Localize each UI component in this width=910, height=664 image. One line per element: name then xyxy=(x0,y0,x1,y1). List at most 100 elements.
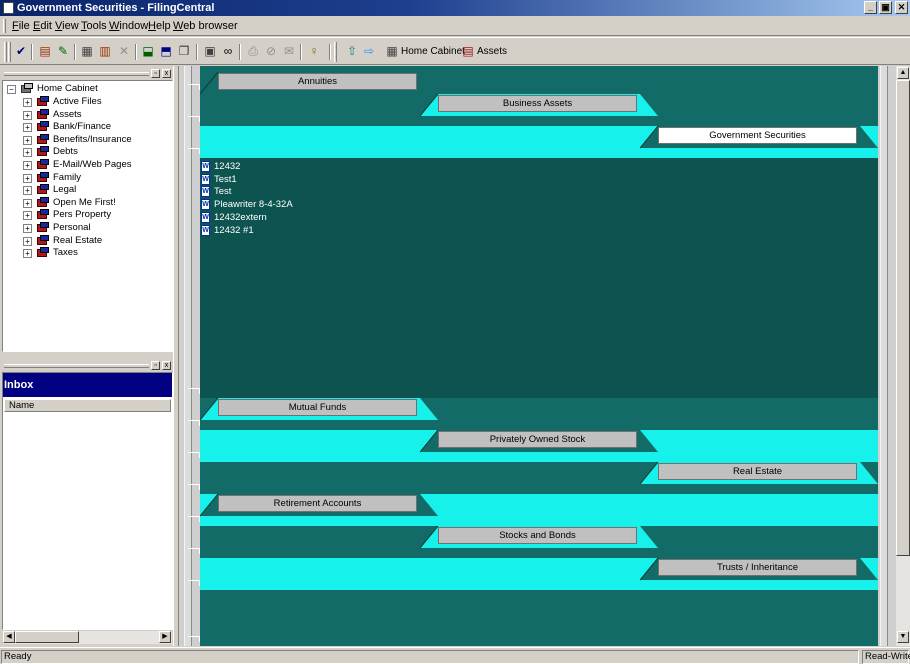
file-item[interactable]: W Pleawriter 8-4-32A xyxy=(200,199,400,211)
collapse-icon[interactable]: − xyxy=(7,85,16,94)
tree-item-pers-property[interactable]: + Pers Property xyxy=(3,209,172,221)
drawer-label[interactable]: Privately Owned Stock xyxy=(438,431,637,448)
checkmark-icon[interactable]: ✔ xyxy=(13,43,29,59)
expand-icon[interactable]: + xyxy=(23,224,32,233)
drawer-label[interactable]: Government Securities xyxy=(658,127,857,144)
expand-icon[interactable]: + xyxy=(23,135,32,145)
inbox-name-column-header[interactable]: Name xyxy=(4,399,171,412)
drawer-label[interactable]: Annuities xyxy=(218,73,417,90)
drawer-tab[interactable]: Business Assets xyxy=(420,92,658,117)
open-file-icon[interactable]: ▤ xyxy=(37,43,53,59)
drawer-tab[interactable]: Government Securities xyxy=(640,124,878,149)
expand-icon[interactable]: + xyxy=(23,98,32,107)
menu-web-browser[interactable]: Web browser xyxy=(173,20,238,32)
pane-restore-button[interactable]: ▫ xyxy=(151,361,160,370)
drawer-government-securities[interactable]: Government Securities xyxy=(188,124,878,158)
drawer-tab[interactable]: Mutual Funds xyxy=(200,396,438,421)
tree-item-personal[interactable]: + Personal xyxy=(3,222,172,234)
pane-splitter[interactable] xyxy=(173,66,179,646)
delete-x-icon[interactable]: ✕ xyxy=(116,43,132,59)
drawer-tab[interactable]: Annuities xyxy=(200,70,438,95)
tree-item-taxes[interactable]: + Taxes xyxy=(3,247,172,259)
horizontal-scrollbar[interactable]: ◀ ▶ xyxy=(3,631,172,644)
properties-icon[interactable]: ▣ xyxy=(202,43,218,59)
menu-help[interactable]: Help xyxy=(148,20,171,32)
tree-item-open-me-first[interactable]: + Open Me First! xyxy=(3,196,172,209)
file-item[interactable]: W 12432extern xyxy=(200,211,400,224)
print-icon[interactable]: ⎙ xyxy=(245,43,261,59)
menu-view[interactable]: View xyxy=(55,20,79,32)
import-icon[interactable]: ⬓ xyxy=(140,43,156,59)
scroll-right-icon[interactable]: ▶ xyxy=(159,631,171,643)
email-icon[interactable]: ✉ xyxy=(281,43,297,59)
expand-icon[interactable]: + xyxy=(23,186,32,196)
drawer-label[interactable]: Stocks and Bonds xyxy=(438,527,637,544)
tree-pane-handle[interactable]: ▫ x xyxy=(2,69,172,79)
copy-icon[interactable]: ❐ xyxy=(176,43,192,59)
scroll-up-icon[interactable]: ▲ xyxy=(897,67,909,79)
drawer-business-assets[interactable]: Business Assets xyxy=(188,92,878,126)
pane-close-button[interactable]: x xyxy=(162,69,171,78)
new-file-icon[interactable]: ▥ xyxy=(97,43,113,59)
drawer-label[interactable]: Business Assets xyxy=(438,95,637,112)
drawer-label[interactable]: Mutual Funds xyxy=(218,399,417,416)
close-button[interactable]: ✕ xyxy=(895,1,908,14)
tree-item-benefits-insurance[interactable]: + Benefits/Insurance xyxy=(3,133,172,146)
drawer-stocks-and-bonds[interactable]: Stocks and Bonds xyxy=(188,524,878,558)
expand-icon[interactable]: + xyxy=(23,123,32,133)
expand-icon[interactable]: + xyxy=(23,236,32,246)
drawer-tab[interactable]: Real Estate xyxy=(640,460,878,485)
minimize-button[interactable]: _ xyxy=(864,1,877,14)
pane-close-button[interactable]: x xyxy=(162,361,171,370)
expand-icon[interactable]: + xyxy=(23,110,32,120)
menu-tools[interactable]: Tools xyxy=(81,20,107,32)
expand-icon[interactable]: + xyxy=(23,161,32,170)
tree-item-family[interactable]: + Family xyxy=(3,171,172,184)
expand-icon[interactable]: + xyxy=(23,198,32,208)
drawer-tab[interactable]: Retirement Accounts xyxy=(200,492,438,517)
tree-item-e-mail-web-pages[interactable]: + E-Mail/Web Pages xyxy=(3,159,172,171)
scroll-thumb[interactable] xyxy=(896,80,910,556)
file-item[interactable]: W Test1 xyxy=(200,173,400,186)
drawer-label[interactable]: Trusts / Inheritance xyxy=(658,559,857,576)
up-arrow-icon[interactable]: ⇧ xyxy=(344,43,360,59)
right-arrow-icon[interactable]: ⇨ xyxy=(361,43,377,59)
drawer-label[interactable]: Retirement Accounts xyxy=(218,495,417,512)
menu-window[interactable]: Window xyxy=(109,20,148,32)
tree-item-debts[interactable]: + Debts xyxy=(3,146,172,158)
drawer-tab[interactable]: Privately Owned Stock xyxy=(420,428,658,453)
scroll-thumb[interactable] xyxy=(15,631,79,643)
maximize-button[interactable]: ▣ xyxy=(879,1,892,14)
drawer-tab[interactable]: Stocks and Bonds xyxy=(420,524,658,549)
file-item[interactable]: W Test xyxy=(200,186,400,198)
expand-icon[interactable]: + xyxy=(23,249,32,259)
drawer-icon[interactable]: ▤ xyxy=(460,43,476,59)
drawer-real-estate[interactable]: Real Estate xyxy=(188,460,878,494)
attach-icon[interactable]: ⊘ xyxy=(263,43,279,59)
help-key-icon[interactable]: ♀ xyxy=(306,43,322,59)
inbox-pane-handle[interactable]: ▫ x xyxy=(2,361,172,371)
tree-item-real-estate[interactable]: + Real Estate xyxy=(3,234,172,247)
home-cabinet-icon[interactable]: ▦ xyxy=(384,43,400,59)
drawer-annuities[interactable]: Annuities xyxy=(188,66,878,95)
scan-icon[interactable]: ✎ xyxy=(55,43,71,59)
file-cabinet-icon[interactable]: ▦ xyxy=(79,43,95,59)
vertical-scrollbar[interactable]: ▲ ▼ xyxy=(896,66,910,646)
drawer-retirement-accounts[interactable]: Retirement Accounts xyxy=(188,492,878,526)
tree-item-assets[interactable]: + Assets xyxy=(3,108,172,121)
scroll-left-icon[interactable]: ◀ xyxy=(3,631,15,643)
tree-item-legal[interactable]: + Legal xyxy=(3,184,172,196)
drawer-tab[interactable]: Trusts / Inheritance xyxy=(640,556,878,581)
breadcrumb-home-cabinet[interactable]: Home Cabinet xyxy=(401,46,465,58)
drawer-trusts-inheritance[interactable]: Trusts / Inheritance xyxy=(188,556,878,590)
file-item[interactable]: W 12432 xyxy=(200,161,400,173)
pane-restore-button[interactable]: ▫ xyxy=(151,69,160,78)
expand-icon[interactable]: + xyxy=(23,148,32,158)
tree-root[interactable]: − Home Cabinet xyxy=(3,83,172,95)
tree-item-bank-finance[interactable]: + Bank/Finance xyxy=(3,121,172,133)
binoculars-icon[interactable]: ∞ xyxy=(220,43,236,59)
menu-edit[interactable]: Edit xyxy=(33,20,52,32)
file-item[interactable]: W 12432 #1 xyxy=(200,224,400,237)
expand-icon[interactable]: + xyxy=(23,211,32,221)
drawer-label[interactable]: Real Estate xyxy=(658,463,857,480)
